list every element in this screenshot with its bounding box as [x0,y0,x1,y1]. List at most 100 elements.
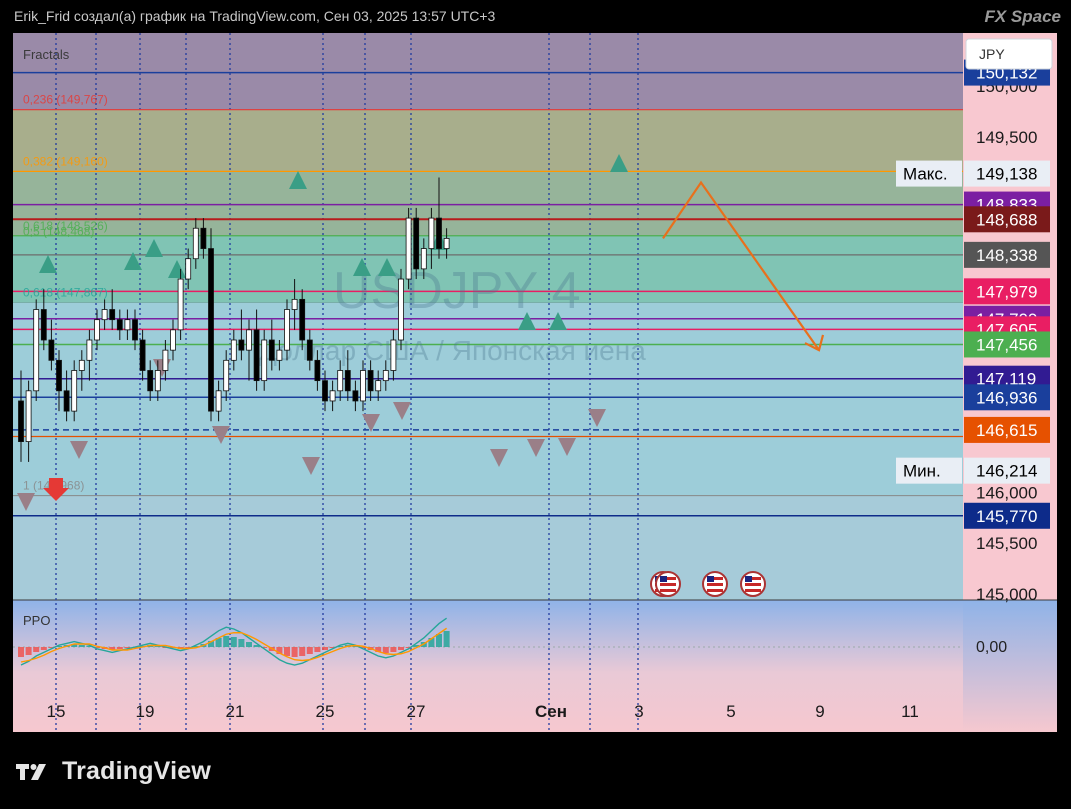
us-event-icon-stripe [745,583,761,586]
candle-body [268,339,275,361]
candle-body [398,278,404,341]
event-icons[interactable] [650,571,766,597]
time-tick: 25 [316,702,335,721]
candle-body [367,370,374,392]
candle-body [291,298,298,310]
candle-body [192,227,199,260]
candle-body [208,248,214,412]
time-tick: Сен [535,702,567,721]
price-badge-label: 149,138 [976,165,1037,184]
candle-body [101,309,108,321]
candle-body [63,390,70,412]
candle-body [71,370,78,412]
price-note-label: Мин. [903,462,941,481]
candle-body [314,359,321,382]
price-badge-label: 148,338 [976,246,1037,265]
ppo-histogram-bar [238,639,245,647]
time-tick: 27 [407,702,426,721]
ppo-histogram-bar [299,647,306,656]
candle-body [177,278,184,331]
candle-body [25,390,32,442]
time-tick: 19 [136,702,155,721]
us-event-icon-stripe [707,583,723,586]
tradingview-logo-text: TradingView [62,757,212,785]
candle-body [344,370,351,392]
ppo-histogram-bar [291,647,298,657]
candle-body [230,339,237,361]
candle-body [375,380,382,392]
candle-body [33,309,40,392]
candle-body [124,319,131,331]
ppo-histogram-bar [246,642,252,647]
price-tick: 145,500 [976,534,1037,553]
price-badge: 146,615 [964,416,1050,443]
price-badge-label: 148,688 [976,210,1037,229]
us-event-icon-stripe [660,583,676,586]
fib-band [13,495,963,600]
candle-body [390,339,397,371]
candle-body [94,319,100,341]
price-chart[interactable]: USDJPY 4 Доллар США / Японская иена 0,23… [13,33,1057,732]
candle-body [420,248,427,270]
candle-body [170,329,176,351]
ppo-axis-bg [963,600,1057,732]
candle-body [147,370,154,392]
ppo-histogram-bar [322,647,328,650]
us-event-icon [655,571,681,597]
ppo-histogram-bar [436,634,442,647]
price-tick: 145,000 [976,585,1037,604]
price-badge: 146,214 Мин. [896,457,1050,484]
price-badge: 149,138 Макс. [896,160,1050,187]
fib-band [13,33,963,110]
price-badge-label: 147,979 [976,282,1037,301]
ppo-histogram-bar [284,647,290,656]
indicator-ppo-label: PPO [23,613,50,628]
price-badge-label: 145,770 [976,507,1037,526]
price-badge: 147,456 [964,331,1050,358]
price-badge: 148,688 [964,206,1050,233]
candle-body [329,390,336,402]
time-tick: 9 [815,702,824,721]
chart-attribution: Erik_Frid создал(а) график на TradingVie… [14,8,496,24]
price-badge-label: 147,456 [976,335,1037,354]
candle-body [139,339,146,371]
time-tick: 3 [634,702,643,721]
price-tick: 146,000 [976,483,1037,502]
candle-body [413,217,420,270]
ppo-histogram-bar [314,647,321,652]
candle-body [360,370,366,402]
chart-area[interactable]: USDJPY 4 Доллар США / Японская иена 0,23… [13,33,1057,732]
candle-body [306,339,313,361]
us-event-icon-canton [660,576,667,582]
price-tick: 149,500 [976,128,1037,147]
us-event-icon-canton [707,576,714,582]
fib-label: 0,236 (149,767) [23,93,108,107]
candle-body [436,217,442,249]
ppo-histogram-bar [390,647,397,652]
price-badge: 147,979 [964,278,1050,305]
candle-body [238,339,245,351]
tradingview-logo[interactable]: TradingView [14,757,211,786]
us-event-icon-stripe [745,589,761,592]
candle-body [337,370,344,392]
ppo-histogram-bar [230,637,237,647]
time-tick: 5 [726,702,735,721]
ppo-histogram-bar [33,647,40,652]
candle-body [162,349,169,371]
price-badge: 148,338 [964,241,1050,268]
tradingview-logo-icon [16,763,46,780]
candle-body [405,217,412,280]
fib-label: 0,618 (147,867) [23,286,108,300]
candle-body [276,349,283,361]
us-event-icon-stripe [707,589,723,592]
candle-body [382,370,389,382]
price-badge-label: 146,615 [976,421,1037,440]
symbol-watermark: USDJPY 4 [333,262,581,320]
ppo-histogram-bar [40,647,47,650]
candle-body [352,390,359,402]
candle-body [18,400,24,442]
candle-body [428,217,435,249]
time-tick: 11 [901,702,919,721]
ppo-zero-label: 0,00 [976,639,1007,656]
candle-body [443,237,450,249]
